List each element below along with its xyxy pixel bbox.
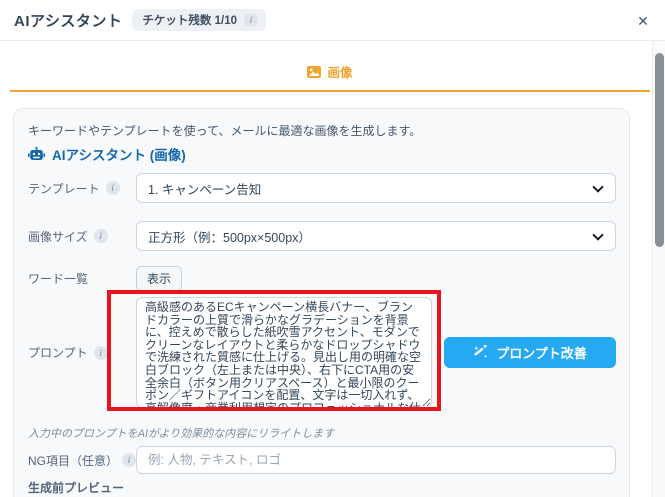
ng-items-label-text: NG項目（任意）: [28, 453, 119, 468]
word-list-label: ワード一覧: [28, 270, 136, 287]
ticket-count-label: チケット残数 1/10: [142, 15, 237, 27]
ai-assistant-dialog: AIアシスタント チケット残数 1/10 i ✕ 画像 キーワードやテンプレート…: [0, 0, 665, 497]
tab-image-label: 画像: [327, 66, 353, 80]
panel-heading-label: AIアシスタント (画像): [52, 148, 186, 163]
improve-prompt-label: プロンプト改善: [496, 346, 587, 361]
word-list-row: ワード一覧 表示: [28, 266, 616, 291]
template-label-text: テンプレート: [28, 181, 100, 196]
ng-items-row: NG項目（任意） i: [28, 446, 616, 474]
info-icon[interactable]: i: [105, 181, 120, 195]
prompt-helper-text: 入力中のプロンプトをAIがより効果的な内容にリライトします: [28, 428, 335, 440]
template-field: 1. キャンペーン告知: [136, 173, 616, 203]
ng-items-input[interactable]: [136, 446, 616, 474]
image-size-select[interactable]: 正方形（例：500px×500px）: [136, 221, 616, 251]
info-icon[interactable]: i: [93, 345, 108, 360]
close-icon[interactable]: ✕: [633, 11, 653, 31]
scrollbar-track[interactable]: [652, 41, 665, 497]
dialog-header: AIアシスタント チケット残数 1/10 i ✕: [0, 0, 665, 41]
image-size-field: 正方形（例：500px×500px）: [136, 221, 616, 251]
magic-wand-icon: [473, 344, 488, 360]
robot-icon: [28, 146, 45, 162]
panel-description: キーワードやテンプレートを使って、メールに最適な画像を生成します。: [28, 124, 422, 138]
prompt-label: プロンプト i: [28, 344, 136, 361]
image-size-row: 画像サイズ i 正方形（例：500px×500px）: [28, 221, 616, 251]
info-icon[interactable]: i: [122, 453, 136, 467]
template-select[interactable]: 1. キャンペーン告知: [136, 173, 616, 203]
panel-heading: AIアシスタント (画像): [28, 144, 186, 164]
prompt-row: プロンプト i 高級感のあるECキャンペーン横長バナー、ブランドカラーの上質で滑…: [28, 297, 616, 408]
prompt-textarea[interactable]: 高級感のあるECキャンペーン横長バナー、ブランドカラーの上質で滑らかなグラデーシ…: [136, 297, 432, 408]
ticket-count-badge: チケット残数 1/10 i: [132, 9, 266, 31]
template-row: テンプレート i 1. キャンペーン告知: [28, 173, 616, 203]
prompt-field: 高級感のあるECキャンペーン横長バナー、ブランドカラーの上質で滑らかなグラデーシ…: [136, 297, 616, 408]
scrollbar-thumb[interactable]: [655, 53, 664, 247]
template-label: テンプレート i: [28, 180, 136, 197]
word-list-label-text: ワード一覧: [28, 272, 89, 286]
pre-generation-preview-label: 生成前プレビュー: [28, 481, 125, 495]
show-words-button[interactable]: 表示: [136, 266, 183, 291]
improve-prompt-button[interactable]: プロンプト改善: [444, 337, 616, 368]
tab-bar: 画像: [10, 41, 650, 92]
image-size-label-text: 画像サイズ: [28, 229, 88, 244]
info-icon[interactable]: i: [243, 13, 258, 27]
word-list-field: 表示: [136, 266, 616, 291]
image-icon: [307, 65, 322, 78]
ng-items-field: [136, 446, 616, 474]
image-size-label: 画像サイズ i: [28, 228, 136, 245]
info-icon[interactable]: i: [93, 229, 108, 243]
dialog-title: AIアシスタント: [14, 12, 123, 30]
prompt-label-text: プロンプト: [28, 346, 88, 360]
image-generator-panel: キーワードやテンプレートを使って、メールに最適な画像を生成します。 AIアシスタ…: [13, 108, 630, 497]
tab-image[interactable]: 画像: [303, 62, 356, 90]
ng-items-label: NG項目（任意） i: [28, 452, 136, 469]
